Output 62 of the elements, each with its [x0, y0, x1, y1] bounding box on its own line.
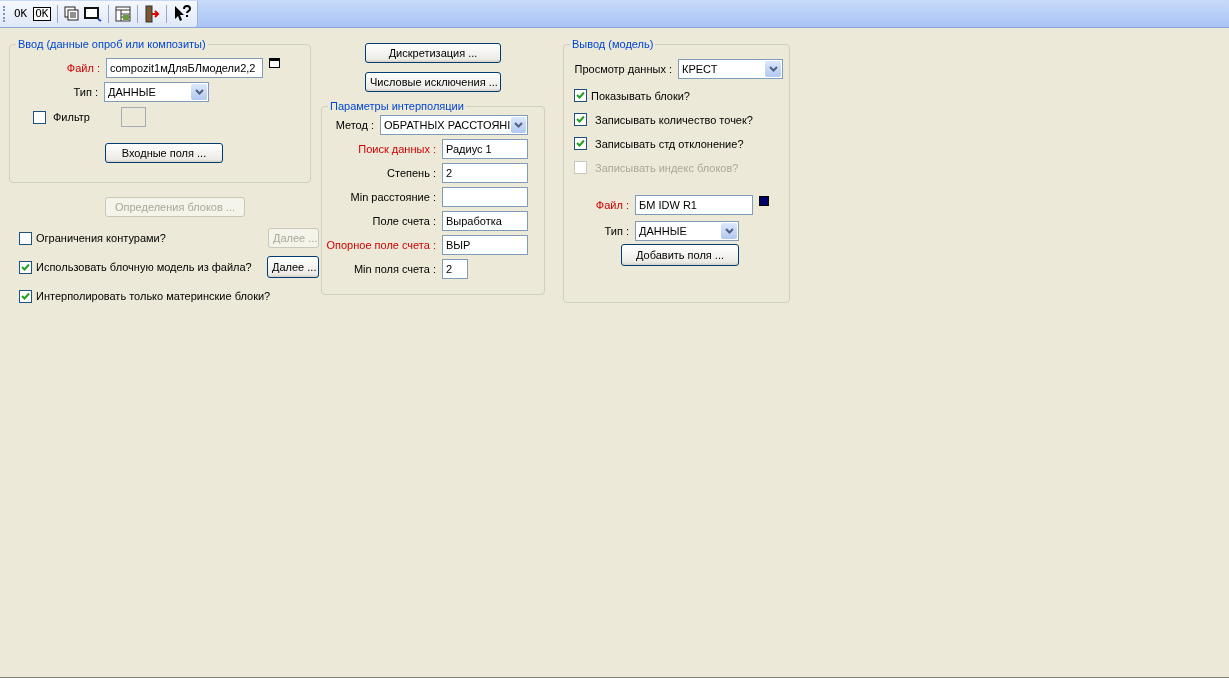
action-button[interactable]: Дискретизация ... — [365, 43, 501, 63]
ok-button[interactable]: OK — [12, 3, 30, 24]
more-button[interactable]: Далее ... — [267, 256, 319, 278]
window-icon — [83, 5, 102, 22]
checkbox[interactable] — [19, 289, 32, 303]
text-field[interactable]: Радиус 1 — [442, 139, 528, 159]
text-field[interactable]: ВЫР — [442, 235, 528, 255]
dropdown[interactable]: ДАННЫЕ — [635, 221, 739, 241]
type-label: Тип : — [72, 86, 99, 98]
text-field[interactable] — [442, 187, 528, 207]
color-swatch[interactable] — [759, 196, 769, 206]
copy-icon — [63, 5, 80, 22]
checkbox[interactable] — [574, 113, 587, 126]
group-title: Вывод (модель) — [571, 38, 655, 50]
text-field[interactable]: 2 — [442, 163, 528, 183]
parameter-label: Min поля счета : — [352, 263, 437, 275]
dropdown[interactable]: ОБРАТНЫХ РАССТОЯНІ — [380, 115, 528, 135]
checkbox[interactable] — [574, 137, 587, 150]
option-label: Ограничения контурами? — [36, 232, 167, 244]
parameter-label: Поле счета : — [371, 215, 437, 227]
file-label: Файл : — [65, 62, 101, 74]
checkbox[interactable] — [19, 231, 32, 245]
chevron-down-icon — [768, 66, 778, 72]
parameter-label: Опорное поле счета : — [325, 239, 437, 251]
filter-field[interactable] — [121, 107, 146, 127]
option-label: Записывать стд отклонение? — [595, 137, 744, 150]
window-icon[interactable] — [269, 58, 280, 68]
group-title: Ввод (данные опроб или композиты) — [17, 38, 207, 50]
checkbox[interactable] — [19, 260, 32, 274]
toolbar-button[interactable] — [61, 3, 82, 24]
file-field[interactable]: compozit1мДляБЛмодели2,2 — [106, 58, 263, 78]
add-fields-button[interactable]: Добавить поля ... — [621, 244, 739, 266]
parameter-label: Степень : — [386, 167, 437, 179]
view-label: Просмотр данных : — [573, 63, 673, 75]
option-label: Использовать блочную модель из файла? — [36, 261, 253, 273]
file-field[interactable]: БМ IDW R1 — [635, 195, 753, 215]
table-icon — [114, 5, 131, 22]
action-button[interactable]: Числовые исключения ... — [365, 72, 501, 92]
text-field[interactable]: Выработка — [442, 211, 528, 231]
chevron-down-icon — [514, 122, 524, 128]
checkbox[interactable] — [574, 89, 587, 102]
checkbox[interactable] — [33, 110, 46, 124]
dropdown[interactable]: ДАННЫЕ — [104, 82, 209, 102]
door-icon — [143, 4, 160, 23]
group-title: Параметры интерполяции — [329, 100, 465, 112]
parameter-label: Поиск данных : — [357, 143, 437, 155]
ok-button[interactable]: OK — [33, 6, 51, 21]
option-label: Интерполировать только материнские блоки? — [36, 290, 272, 302]
filter-label: Фильтр — [53, 111, 91, 123]
text-field[interactable]: 2 — [442, 259, 468, 279]
option-label: Записывать индекс блоков? — [595, 161, 739, 174]
type-label: Тип : — [603, 225, 630, 237]
file-label: Файл : — [594, 199, 630, 211]
help-pointer-icon — [172, 4, 191, 23]
parameter-label: Метод : — [334, 119, 375, 131]
parameter-label: Min расстояние : — [349, 191, 437, 203]
chevron-down-icon — [194, 89, 204, 95]
chevron-down-icon — [724, 228, 734, 234]
dropdown[interactable]: КРЕСТ — [678, 59, 783, 79]
input-fields-button[interactable]: Входные поля ... — [105, 143, 223, 163]
option-label: Показывать блоки? — [591, 89, 690, 102]
option-label: Записывать количество точек? — [595, 113, 753, 126]
